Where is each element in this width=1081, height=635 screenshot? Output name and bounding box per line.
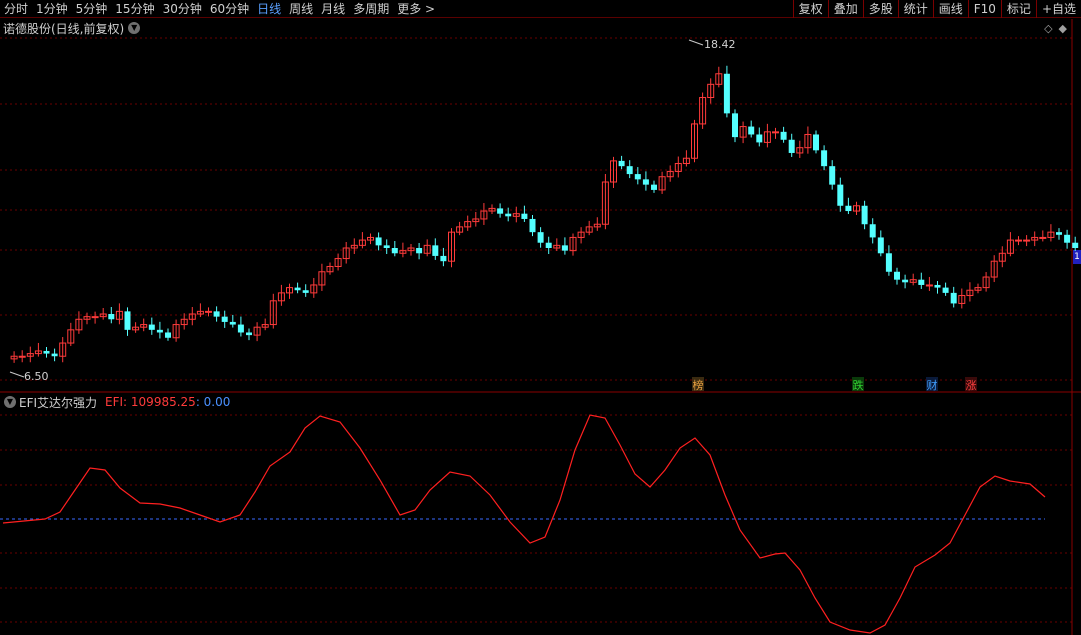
candle-body (18, 355, 26, 358)
candlesticks (10, 65, 1079, 363)
candle-body (1039, 236, 1047, 239)
candle-body (788, 139, 795, 153)
efi-line (2, 414, 1046, 634)
candle-body (885, 253, 892, 272)
candle-body (91, 316, 99, 319)
low-pointer (9, 371, 25, 378)
candle-body (618, 160, 625, 167)
candle-body (626, 166, 633, 175)
candle-body (651, 184, 657, 190)
candle-body (383, 245, 390, 248)
candle-body (723, 73, 730, 114)
event-marker-3: 涨 (965, 377, 977, 392)
candle-body (918, 279, 925, 285)
candle-body (837, 184, 844, 206)
event-label: 跌 (853, 378, 864, 392)
efi-indicator (2, 414, 1046, 634)
high-pointer (688, 39, 704, 46)
candle-body (821, 150, 828, 167)
candle-body (391, 248, 398, 254)
candle-body (148, 324, 155, 330)
candle-body (229, 321, 236, 325)
candle-body (529, 218, 536, 233)
candle-body (772, 131, 779, 134)
candle-body (756, 134, 763, 143)
candle-body (375, 237, 382, 246)
candle-body (642, 179, 649, 185)
candle-body (246, 332, 252, 336)
candle-body (1056, 232, 1062, 235)
candle-body (237, 324, 244, 333)
event-label: 涨 (966, 379, 977, 392)
event-marker-1: 跌 (852, 377, 864, 392)
candle-body (561, 245, 568, 251)
candle-body (845, 205, 852, 212)
kline-chart[interactable]: 榜 跌 财 涨 18.42 6.50 (0, 0, 1081, 635)
candle-body (942, 287, 949, 293)
candle-body (732, 113, 738, 138)
candle-body (925, 284, 933, 287)
event-markers: 榜跌财涨 (692, 377, 977, 392)
candle-body (124, 311, 131, 330)
candle-body (1064, 234, 1071, 243)
candle-body (634, 174, 641, 180)
event-marker-2: 财 (926, 377, 938, 392)
candle-body (1072, 242, 1079, 248)
candle-body (221, 316, 228, 322)
event-label: 榜 (693, 378, 704, 392)
candle-body (950, 292, 957, 304)
candle-body (1023, 239, 1031, 242)
candle-body (213, 311, 220, 317)
candle-body (302, 290, 309, 293)
candle-body (545, 242, 552, 248)
candle-body (416, 248, 423, 254)
candle-body (51, 353, 58, 357)
candle-body (205, 310, 212, 313)
candle-body (1015, 239, 1022, 242)
candle-body (877, 237, 884, 254)
candle-body (108, 314, 115, 320)
candle-body (861, 205, 868, 225)
candle-body (902, 279, 909, 283)
candle-body (432, 245, 439, 256)
candle-body (780, 131, 787, 140)
candle-body (497, 208, 504, 214)
candle-body (894, 271, 900, 280)
candle-body (505, 213, 512, 217)
event-label: 财 (927, 378, 938, 392)
candle-body (748, 126, 755, 135)
candle-body (165, 332, 171, 338)
grid-lines (0, 19, 1081, 635)
high-price-label: 18.42 (704, 38, 736, 51)
candle-body (829, 166, 836, 185)
candle-body (869, 224, 876, 238)
candle-body (813, 134, 819, 151)
candle-body (440, 255, 447, 262)
candle-body (156, 329, 163, 333)
candle-body (934, 284, 941, 288)
candle-body (521, 213, 528, 219)
candle-body (43, 350, 50, 354)
event-marker-0: 榜 (692, 377, 704, 392)
candle-body (294, 287, 301, 291)
low-price-label: 6.50 (24, 370, 49, 383)
candle-body (537, 232, 544, 243)
